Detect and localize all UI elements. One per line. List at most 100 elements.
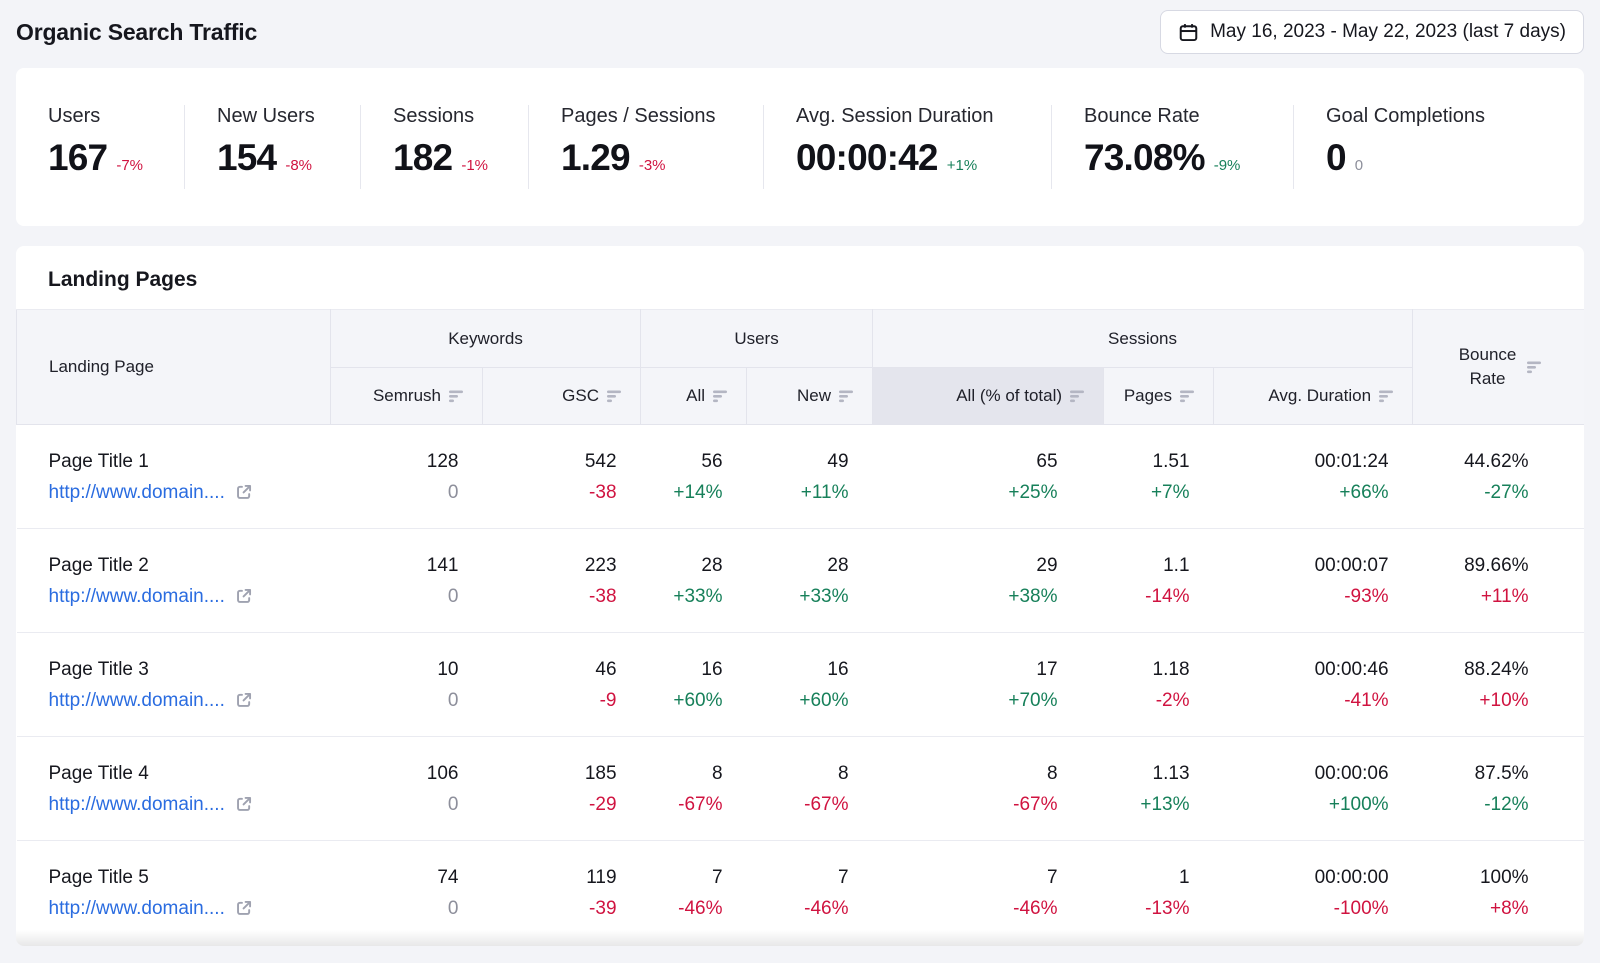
metric-value: 00:01:24 xyxy=(1215,446,1389,477)
metric-value-link[interactable]: 141 xyxy=(332,550,459,581)
cell-gsc: 185-29 xyxy=(483,737,641,841)
cell-semrush: 100 xyxy=(331,633,483,737)
page-title-text: Page Title 1 xyxy=(49,446,323,477)
landing-pages-table: Landing Page Keywords Users Sessions Bou… xyxy=(16,309,1584,945)
col-header-label: Pages xyxy=(1124,386,1172,405)
metric-value: 7 xyxy=(642,862,723,893)
col-header-pages[interactable]: Pages xyxy=(1104,368,1214,425)
metric-value: 17 xyxy=(874,654,1058,685)
sort-icon xyxy=(1070,390,1085,403)
external-link-icon[interactable] xyxy=(235,899,253,917)
stat-delta: 0 xyxy=(1355,157,1363,174)
page-title-text: Page Title 2 xyxy=(49,550,323,581)
stat-delta: -1% xyxy=(461,157,488,174)
date-range-picker[interactable]: May 16, 2023 - May 22, 2023 (last 7 days… xyxy=(1160,10,1584,54)
metric-value-link[interactable]: 46 xyxy=(484,654,617,685)
stat-bounce-rate: Bounce Rate73.08%-9% xyxy=(1051,105,1293,189)
metric-delta: -39 xyxy=(484,893,617,924)
metric-value: 100% xyxy=(1414,862,1529,893)
stat-avg-session-duration: Avg. Session Duration00:00:42+1% xyxy=(763,105,1051,189)
metric-value: 8 xyxy=(642,758,723,789)
table-row: Page Title 2http://www.domain....1410223… xyxy=(17,529,1585,633)
metric-delta: -67% xyxy=(874,789,1058,820)
stat-delta: +1% xyxy=(947,157,977,174)
page-url-link[interactable]: http://www.domain.... xyxy=(49,789,225,820)
cell-gsc: 542-38 xyxy=(483,425,641,529)
cell-users-new: 49+11% xyxy=(747,425,873,529)
metric-value-link[interactable]: 223 xyxy=(484,550,617,581)
metric-value: 1.13 xyxy=(1105,758,1190,789)
calendar-icon xyxy=(1178,22,1199,43)
metric-delta: -38 xyxy=(484,477,617,508)
cell-avg-duration: 00:01:24+66% xyxy=(1214,425,1413,529)
stat-goal-completions: Goal Completions00 xyxy=(1293,105,1552,189)
cell-semrush: 1280 xyxy=(331,425,483,529)
cell-bounce: 87.5%-12% xyxy=(1413,737,1584,841)
cell-landing-page: Page Title 1http://www.domain.... xyxy=(17,425,331,529)
cell-avg-duration: 00:00:07-93% xyxy=(1214,529,1413,633)
metric-value-link[interactable]: 106 xyxy=(332,758,459,789)
page-url-link[interactable]: http://www.domain.... xyxy=(49,581,225,612)
stat-label: New Users xyxy=(217,105,360,128)
col-header-sessions-all[interactable]: All (% of total) xyxy=(873,368,1104,425)
metric-delta: +70% xyxy=(874,685,1058,716)
page-url-link[interactable]: http://www.domain.... xyxy=(49,477,225,508)
cell-avg-duration: 00:00:00-100% xyxy=(1214,841,1413,945)
metric-value-link[interactable]: 10 xyxy=(332,654,459,685)
cell-gsc: 46-9 xyxy=(483,633,641,737)
page-url-link[interactable]: http://www.domain.... xyxy=(49,685,225,716)
metric-value-link[interactable]: 542 xyxy=(484,446,617,477)
metric-delta: -46% xyxy=(748,893,849,924)
external-link-icon[interactable] xyxy=(235,691,253,709)
metric-value: 1.51 xyxy=(1105,446,1190,477)
col-header-semrush[interactable]: Semrush xyxy=(331,368,483,425)
metric-value: 49 xyxy=(748,446,849,477)
col-header-gsc[interactable]: GSC xyxy=(483,368,641,425)
cell-bounce: 89.66%+11% xyxy=(1413,529,1584,633)
stat-new-users: New Users154-8% xyxy=(184,105,360,189)
metric-value-link[interactable]: 185 xyxy=(484,758,617,789)
table-row: Page Title 1http://www.domain....1280542… xyxy=(17,425,1585,529)
metric-value-link[interactable]: 128 xyxy=(332,446,459,477)
metric-delta: -2% xyxy=(1105,685,1190,716)
cell-users-new: 16+60% xyxy=(747,633,873,737)
external-link-icon[interactable] xyxy=(235,795,253,813)
external-link-icon[interactable] xyxy=(235,587,253,605)
metric-value: 1.1 xyxy=(1105,550,1190,581)
col-header-users-all[interactable]: All xyxy=(641,368,747,425)
metric-value: 1 xyxy=(1105,862,1190,893)
col-header-bounce-rate[interactable]: Bounce Rate xyxy=(1413,310,1584,425)
col-header-avg-duration[interactable]: Avg. Duration xyxy=(1214,368,1413,425)
cell-avg-duration: 00:00:46-41% xyxy=(1214,633,1413,737)
metric-value: 00:00:07 xyxy=(1215,550,1389,581)
col-header-label: Avg. Duration xyxy=(1268,386,1371,405)
metric-value: 16 xyxy=(748,654,849,685)
table-row: Page Title 5http://www.domain....740119-… xyxy=(17,841,1585,945)
table-row: Page Title 4http://www.domain....1060185… xyxy=(17,737,1585,841)
cell-sessions-all: 17+70% xyxy=(873,633,1104,737)
metric-value: 65 xyxy=(874,446,1058,477)
metric-value-link[interactable]: 119 xyxy=(484,862,617,893)
stat-label: Sessions xyxy=(393,105,528,128)
col-header-label: All (% of total) xyxy=(956,386,1062,405)
metric-delta: -67% xyxy=(748,789,849,820)
cell-gsc: 119-39 xyxy=(483,841,641,945)
col-header-label: New xyxy=(797,386,831,405)
col-group-keywords: Keywords xyxy=(331,310,641,368)
stat-label: Avg. Session Duration xyxy=(796,105,1051,128)
col-header-label: Semrush xyxy=(373,386,441,405)
cell-avg-duration: 00:00:06+100% xyxy=(1214,737,1413,841)
col-header-users-new[interactable]: New xyxy=(747,368,873,425)
cell-users-all: 7-46% xyxy=(641,841,747,945)
metric-delta: -12% xyxy=(1414,789,1529,820)
metric-value-link[interactable]: 74 xyxy=(332,862,459,893)
metric-value: 87.5% xyxy=(1414,758,1529,789)
external-link-icon[interactable] xyxy=(235,483,253,501)
sort-icon xyxy=(713,390,728,403)
sort-icon xyxy=(607,390,622,403)
metric-delta: +100% xyxy=(1215,789,1389,820)
page-url-link[interactable]: http://www.domain.... xyxy=(49,893,225,924)
sort-icon xyxy=(1379,390,1394,403)
cell-users-all: 16+60% xyxy=(641,633,747,737)
metric-value: 8 xyxy=(748,758,849,789)
